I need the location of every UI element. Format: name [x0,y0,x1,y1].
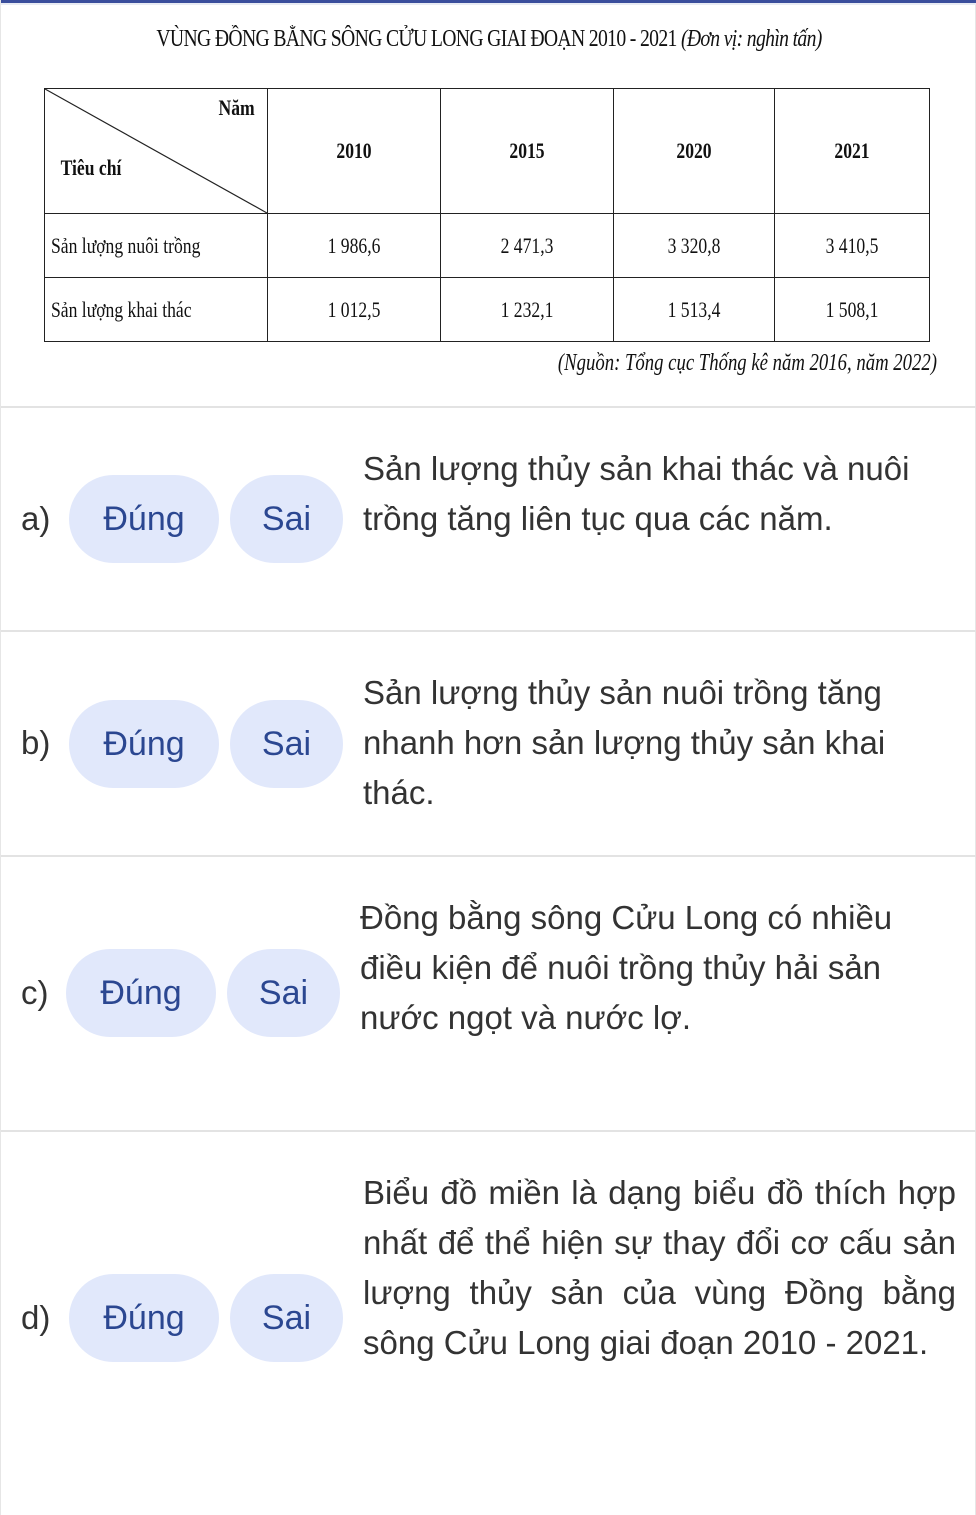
figure-title-text: VÙNG ĐỒNG BẰNG SÔNG CỬU LONG GIAI ĐOẠN 2… [156,26,677,52]
question-letter: c) [21,974,49,1011]
table-cell: 3 410,5 [774,213,930,278]
table-header-year: 2021 [774,88,930,214]
table-header-year: 2015 [440,88,614,214]
table-cell: 1 508,1 [774,277,930,342]
false-button[interactable]: Sai [227,949,340,1037]
table-cell: 1 513,4 [613,277,775,342]
table-cell: 3 320,8 [613,213,775,278]
table-cell: 1 986,6 [267,213,441,278]
table-cell: 1 012,5 [267,277,441,342]
false-button[interactable]: Sai [230,1274,343,1362]
question-item-d: d) Đúng Sai Biểu đồ miền là dạng biểu đồ… [1,1132,976,1515]
true-button[interactable]: Đúng [69,1274,219,1362]
false-button[interactable]: Sai [230,700,343,788]
data-table: Năm Tiêu chí 2010 2015 2020 2021 Sản lượ… [44,88,930,342]
table-cell: 2 471,3 [440,213,614,278]
question-item-b: b) Đúng Sai Sản lượng thủy sản nuôi trồn… [1,632,976,855]
table-row: Sản lượng nuôi trồng 1 986,6 2 471,3 3 3… [44,213,930,278]
table-row-label: Sản lượng khai thác [44,277,268,342]
question-statement: Biểu đồ miền là dạng biểu đồ thích hợp n… [363,1174,956,1361]
table-header-year: 2010 [267,88,441,214]
corner-criteria-label: Tiêu chí [60,155,122,180]
table-row: Sản lượng khai thác 1 012,5 1 232,1 1 51… [44,277,930,342]
question-statement: Sản lượng thủy sản khai thác và nuôi trồ… [363,450,910,537]
table-header-year: 2020 [613,88,775,214]
question-item-a: a) Đúng Sai Sản lượng thủy sản khai thác… [1,408,976,630]
table-row-label: Sản lượng nuôi trồng [44,213,268,278]
figure-title: VÙNG ĐỒNG BẰNG SÔNG CỬU LONG GIAI ĐOẠN 2… [89,26,889,53]
false-button[interactable]: Sai [230,475,343,563]
table-header-row: Năm Tiêu chí 2010 2015 2020 2021 [44,88,930,214]
question-statement: Đồng bằng sông Cửu Long có nhiều điều ki… [360,899,893,1036]
question-letter: a) [21,500,51,537]
table-corner-cell: Năm Tiêu chí [44,88,268,214]
table-cell: 1 232,1 [440,277,614,342]
figure-unit: (Đơn vị: nghìn tấn) [680,26,822,52]
question-statement: Sản lượng thủy sản nuôi trồng tăng nhanh… [363,674,886,811]
figure-source: (Nguồn: Tổng cục Thống kê năm 2016, năm … [557,350,937,376]
true-button[interactable]: Đúng [69,700,219,788]
question-letter: b) [21,724,51,761]
question-item-c: c) Đúng Sai Đồng bằng sông Cửu Long có n… [1,857,976,1130]
true-button[interactable]: Đúng [69,475,219,563]
question-figure: VÙNG ĐỒNG BẰNG SÔNG CỬU LONG GIAI ĐOẠN 2… [1,0,976,406]
question-letter: d) [21,1299,51,1336]
true-button[interactable]: Đúng [66,949,216,1037]
corner-year-label: Năm [218,95,255,120]
